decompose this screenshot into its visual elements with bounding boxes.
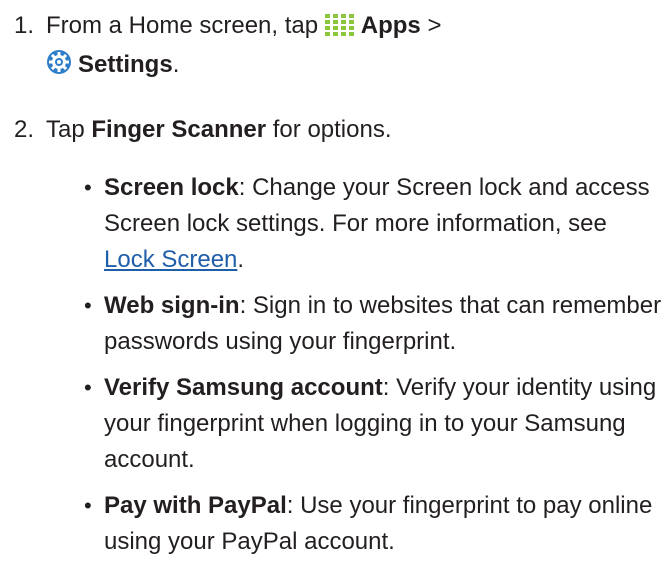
settings-label: Settings: [78, 51, 173, 78]
option-text: Pay with PayPal: Use your fingerprint to…: [104, 488, 664, 560]
option-text: Web sign-in: Sign in to websites that ca…: [104, 288, 664, 360]
step-suffix: for options.: [272, 116, 392, 143]
step-number: 2.: [14, 116, 35, 143]
step-prefix: From a Home screen, tap: [46, 12, 319, 39]
step-text: Tap Finger Scanner for options.: [46, 112, 646, 148]
bullet: •: [84, 493, 92, 518]
lock-screen-link[interactable]: Lock Screen: [104, 246, 237, 273]
step-text: From a Home screen, tap Apps > Settings.: [46, 8, 646, 86]
option-text: Verify Samsung account: Verify your iden…: [104, 370, 664, 478]
separator: >: [427, 12, 442, 39]
option-text: Screen lock: Change your Screen lock and…: [104, 170, 664, 278]
bullet: •: [84, 375, 92, 400]
option-title: Pay with PayPal: [104, 492, 287, 519]
option-title: Verify Samsung account: [104, 374, 383, 401]
option-period: .: [237, 246, 245, 273]
settings-gear-icon: [46, 49, 72, 86]
apps-grid-icon: [324, 11, 355, 47]
option-title: Web sign-in: [104, 292, 240, 319]
instructions-document: 1. From a Home screen, tap Apps > Settin…: [0, 0, 665, 567]
step-suffix: .: [172, 51, 180, 78]
step-number: 1.: [14, 12, 35, 39]
apps-label: Apps: [360, 12, 421, 39]
option-title: Screen lock: [104, 174, 239, 201]
step-prefix: Tap: [46, 116, 85, 143]
bullet: •: [84, 175, 92, 200]
finger-scanner-label: Finger Scanner: [91, 116, 267, 143]
bullet: •: [84, 293, 92, 318]
